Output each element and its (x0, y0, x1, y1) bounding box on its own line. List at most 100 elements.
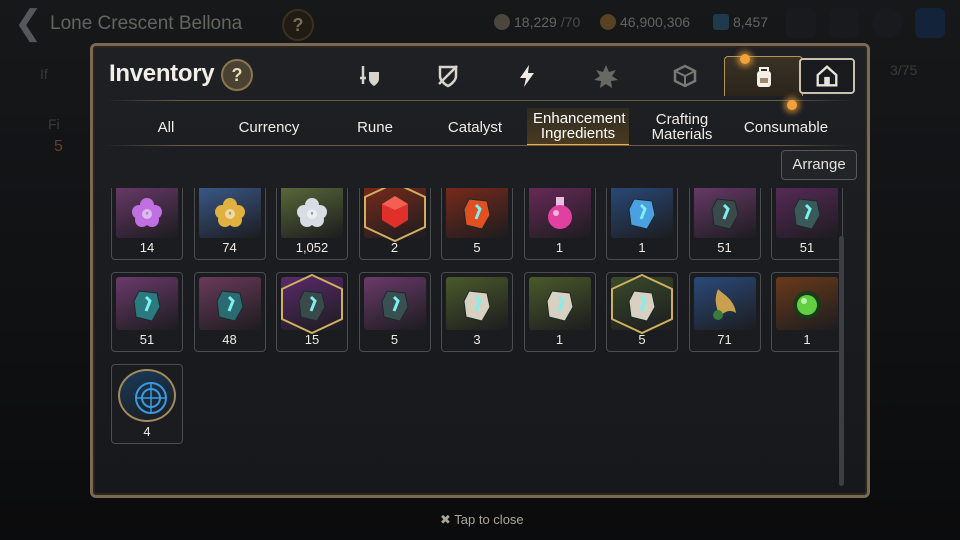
consumable-notification-dot (787, 100, 797, 110)
inventory-item[interactable]: 3 (441, 272, 513, 352)
tap-to-close-hint[interactable]: ✖ Tap to close (440, 512, 524, 528)
item-image (543, 285, 577, 323)
inventory-item[interactable]: 51 (771, 188, 843, 260)
item-icon (198, 277, 261, 330)
arrange-button[interactable]: Arrange (781, 150, 857, 180)
item-icon (528, 277, 591, 330)
tab-consumable[interactable]: Consumable (735, 108, 837, 146)
sword-shield-icon[interactable] (329, 56, 408, 96)
house-icon[interactable] (799, 58, 855, 94)
item-icon (363, 277, 426, 330)
item-quantity: 51 (717, 240, 732, 255)
item-image (543, 193, 577, 231)
item-icon (446, 188, 508, 238)
item-image (134, 379, 168, 417)
tab-bar: All Currency Rune Catalyst Enhancement Ingre… (121, 108, 841, 146)
item-quantity: 74 (222, 240, 237, 255)
item-icon (198, 188, 261, 238)
tab-label: Consumable (743, 118, 829, 136)
item-image (130, 193, 164, 231)
item-quantity: 1 (555, 240, 564, 255)
tab-catalyst[interactable]: Catalyst (423, 108, 527, 146)
tab-enhancement-ingredients[interactable]: Enhancement Ingredients (527, 108, 629, 146)
inventory-item[interactable]: 74 (193, 188, 266, 260)
inventory-item[interactable]: 71 (688, 272, 761, 352)
inventory-item[interactable]: 51 (111, 272, 183, 352)
inventory-item[interactable]: 1,052 (276, 188, 348, 260)
inventory-item[interactable]: 14 (111, 188, 183, 260)
tab-crafting-materials[interactable]: Crafting Materials (629, 108, 735, 146)
tab-label: All (157, 118, 175, 136)
divider (105, 100, 855, 101)
item-icon (528, 188, 591, 238)
hex-frame (609, 273, 675, 335)
item-quantity: 48 (222, 332, 237, 347)
tab-label: Crafting Materials (651, 111, 713, 143)
item-quantity: 71 (717, 332, 732, 347)
item-image (708, 285, 742, 323)
item-quantity: 1 (803, 332, 811, 347)
item-quantity: 5 (638, 332, 646, 347)
lightning-icon[interactable] (487, 56, 566, 96)
inventory-modal: Inventory ? All Currency Rune Catalyst Enhan… (90, 43, 870, 498)
inventory-item[interactable]: 1 (606, 188, 678, 260)
inventory-item[interactable]: 4 (111, 364, 183, 444)
cube-icon[interactable] (645, 56, 724, 96)
item-quantity: 2 (390, 240, 399, 255)
category-bar (329, 56, 803, 96)
item-quantity: 3 (473, 332, 481, 347)
item-image (708, 193, 742, 231)
tab-currency[interactable]: Currency (211, 108, 327, 146)
item-icon (611, 188, 673, 238)
item-image (213, 285, 247, 323)
tab-all[interactable]: All (121, 108, 211, 146)
item-icon (776, 277, 838, 330)
inventory-item[interactable]: 2 (358, 188, 431, 260)
close-hint-label: Tap to close (454, 512, 524, 527)
inventory-item[interactable]: 15 (276, 272, 348, 352)
item-quantity: 15 (304, 332, 320, 347)
inventory-item[interactable]: 48 (193, 272, 266, 352)
item-grid-viewport[interactable]: 14 74 1,052 2 5 1 1 51 51 51 48 15 5 3 1 5 71 1 4 (109, 188, 851, 490)
tab-label: Enhancement Ingredients (533, 110, 626, 142)
item-image (625, 193, 659, 231)
modal-title: Inventory (109, 60, 215, 87)
hex-frame (279, 273, 345, 335)
modal-help-button[interactable]: ? (221, 59, 253, 91)
tab-rune[interactable]: Rune (327, 108, 423, 146)
item-icon (116, 188, 178, 238)
item-image (790, 193, 824, 231)
item-icon (693, 188, 756, 238)
inventory-item[interactable]: 5 (606, 272, 678, 352)
inventory-item[interactable]: 5 (358, 272, 431, 352)
item-quantity: 5 (473, 240, 481, 255)
item-grid: 14 74 1,052 2 5 1 1 51 51 51 48 15 5 3 1 5 71 1 4 (111, 188, 843, 444)
item-quantity: 4 (143, 424, 151, 439)
item-image (130, 285, 164, 323)
item-image (790, 285, 824, 323)
tab-label: Currency (238, 118, 300, 136)
item-icon (446, 277, 508, 330)
inventory-item[interactable]: 5 (441, 188, 513, 260)
item-image (460, 285, 494, 323)
scrollbar[interactable] (839, 236, 844, 486)
inventory-item[interactable]: 1 (523, 188, 596, 260)
tab-label: Catalyst (447, 118, 503, 136)
splash-icon[interactable] (566, 56, 645, 96)
item-quantity: 1,052 (295, 240, 329, 255)
inventory-item[interactable]: 1 (523, 272, 596, 352)
item-image (213, 193, 247, 231)
item-image (460, 193, 494, 231)
inventory-item[interactable]: 1 (771, 272, 843, 352)
inventory-item[interactable]: 51 (688, 188, 761, 260)
item-quantity: 5 (390, 332, 399, 347)
backpack-icon[interactable] (724, 56, 803, 96)
item-image (378, 285, 412, 323)
backpack-notification-dot (740, 54, 750, 64)
item-icon (693, 277, 756, 330)
item-quantity: 14 (139, 240, 155, 255)
tab-label: Rune (357, 118, 393, 136)
broken-shield-icon[interactable] (408, 56, 487, 96)
close-icon: ✖ (440, 512, 455, 527)
item-icon (281, 188, 343, 238)
